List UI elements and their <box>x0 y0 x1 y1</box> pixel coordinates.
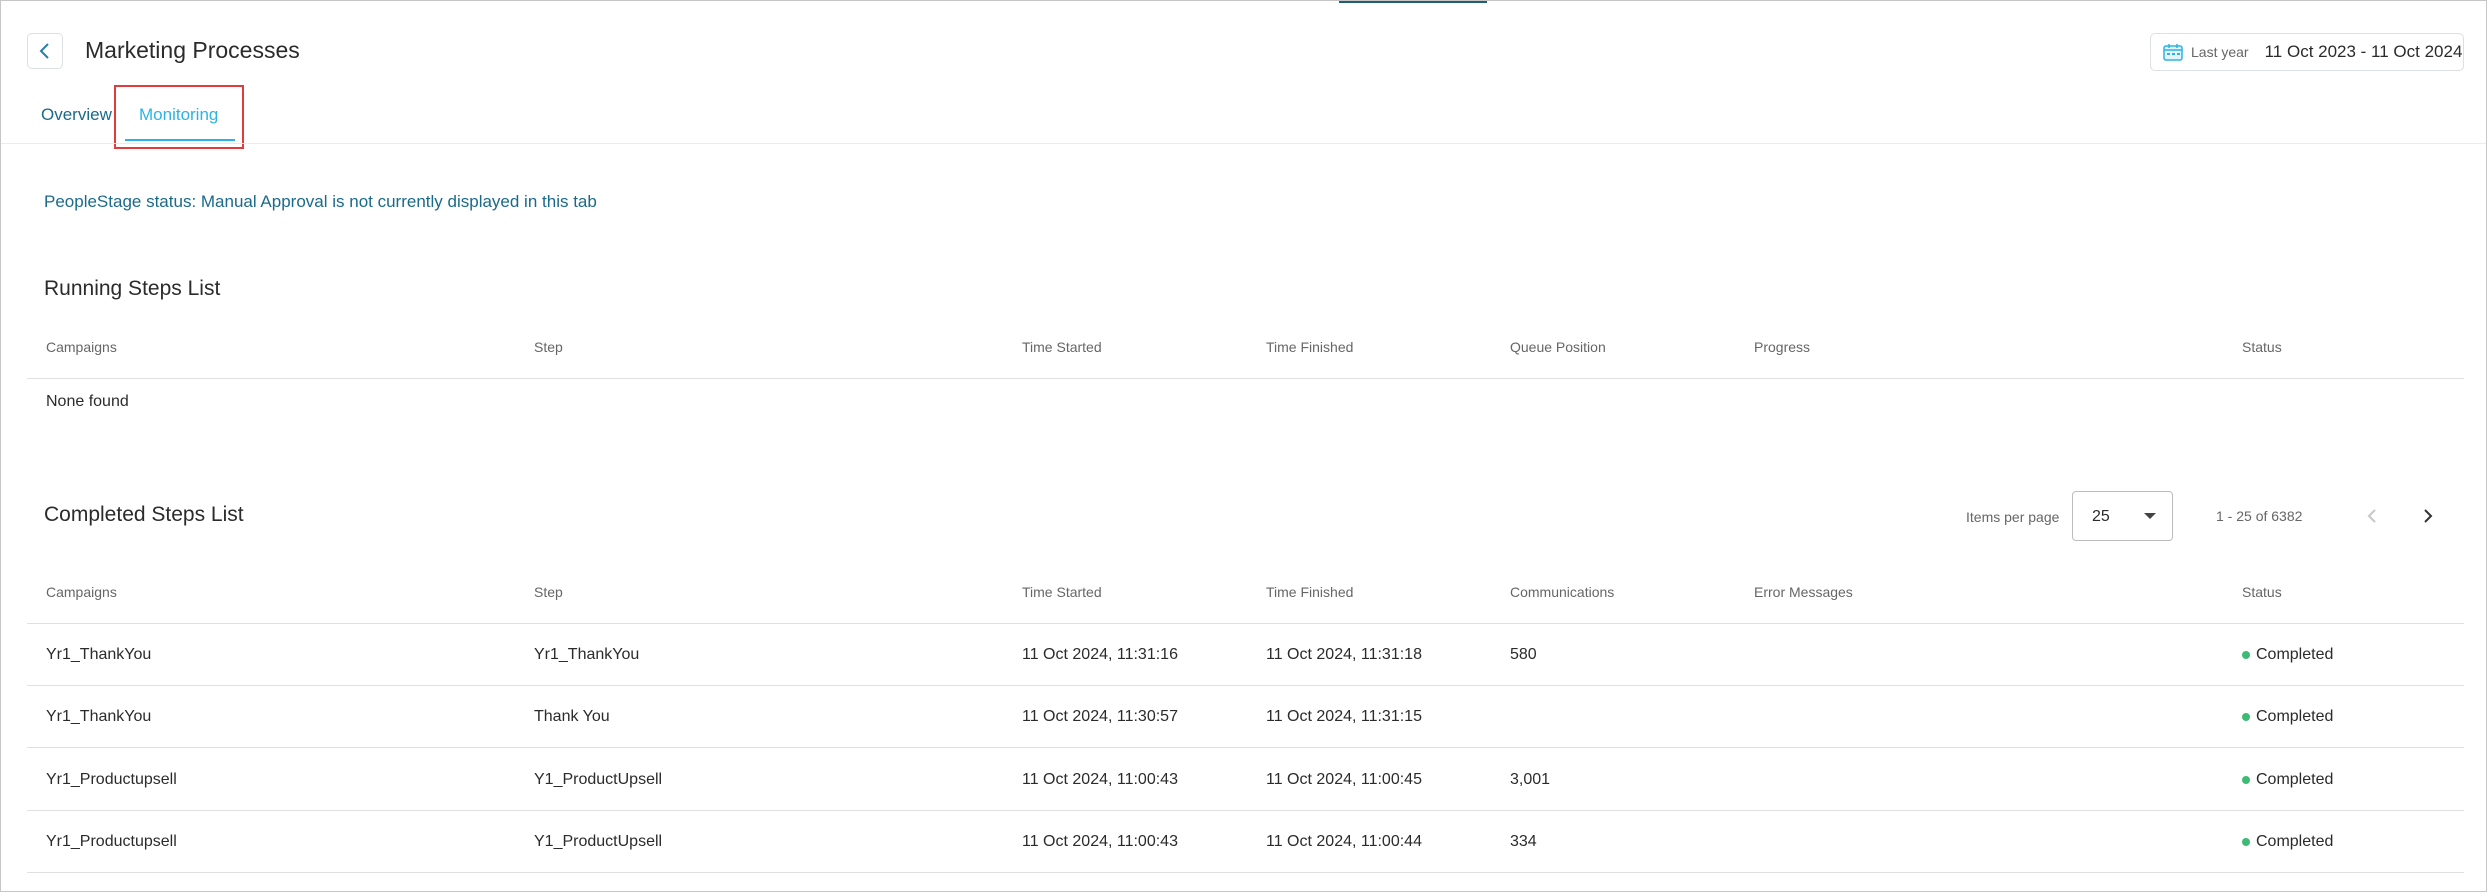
completed-col-campaigns[interactable]: Campaigns <box>46 584 117 600</box>
row-3-time-started: 11 Oct 2024, 11:00:43 <box>1022 771 1178 788</box>
highlight-box <box>114 85 244 149</box>
back-button[interactable] <box>27 33 63 69</box>
date-range-value: 11 Oct 2023 - 11 Oct 2024 <box>2264 42 2463 61</box>
items-per-page-select[interactable]: 25 <box>2072 491 2173 541</box>
running-col-status[interactable]: Status <box>2242 339 2282 355</box>
items-per-page-value: 25 <box>2092 508 2110 525</box>
row-2-status-label: Completed <box>2256 708 2334 725</box>
row-4-communications: 334 <box>1510 833 1537 850</box>
previous-page-button[interactable] <box>2357 501 2387 531</box>
completed-steps-title: Completed Steps List <box>44 503 244 526</box>
row-divider <box>27 747 2464 748</box>
row-4-step: Y1_ProductUpsell <box>534 833 663 850</box>
row-2-status: Completed <box>2242 708 2333 726</box>
status-dot-icon <box>2242 776 2250 784</box>
top-accent-bar <box>1339 1 1487 3</box>
completed-col-status[interactable]: Status <box>2242 584 2282 600</box>
row-1-step: Yr1_ThankYou <box>534 646 640 663</box>
running-header-divider <box>27 378 2464 379</box>
chevron-left-icon <box>39 43 49 59</box>
calendar-icon <box>2163 44 2183 61</box>
row-4-status: Completed <box>2242 833 2333 851</box>
row-4-time-started: 11 Oct 2024, 11:00:43 <box>1022 833 1178 850</box>
page-title: Marketing Processes <box>85 37 300 63</box>
completed-col-time-started[interactable]: Time Started <box>1022 584 1102 600</box>
row-3-status-label: Completed <box>2256 771 2334 788</box>
completed-col-error-messages[interactable]: Error Messages <box>1754 584 1853 600</box>
completed-col-time-finished[interactable]: Time Finished <box>1266 584 1353 600</box>
row-2-time-started: 11 Oct 2024, 11:30:57 <box>1022 708 1178 725</box>
date-range-picker[interactable]: Last year 11 Oct 2023 - 11 Oct 2024 <box>2150 33 2464 71</box>
row-1-status-label: Completed <box>2256 646 2334 663</box>
running-col-time-started[interactable]: Time Started <box>1022 339 1102 355</box>
status-note: PeopleStage status: Manual Approval is n… <box>44 192 597 211</box>
row-1-time-finished: 11 Oct 2024, 11:31:18 <box>1266 646 1422 663</box>
chevron-right-icon <box>2424 509 2433 523</box>
row-4-time-finished: 11 Oct 2024, 11:00:44 <box>1266 833 1422 850</box>
running-col-step[interactable]: Step <box>534 339 563 355</box>
completed-col-step[interactable]: Step <box>534 584 563 600</box>
pagination-range: 1 - 25 of 6382 <box>2216 508 2303 524</box>
date-preset-label: Last year <box>2191 44 2249 60</box>
completed-header-divider <box>27 623 2464 624</box>
running-steps-title: Running Steps List <box>44 277 221 300</box>
row-1-campaign: Yr1_ThankYou <box>46 646 152 663</box>
caret-down-icon <box>2144 513 2156 519</box>
row-3-step: Y1_ProductUpsell <box>534 771 663 788</box>
chevron-left-icon <box>2367 509 2376 523</box>
row-4-status-label: Completed <box>2256 833 2334 850</box>
row-3-time-finished: 11 Oct 2024, 11:00:45 <box>1266 771 1422 788</box>
tabs-divider <box>1 143 2486 144</box>
running-col-time-finished[interactable]: Time Finished <box>1266 339 1353 355</box>
row-divider <box>27 872 2464 873</box>
row-divider <box>27 810 2464 811</box>
status-dot-icon <box>2242 651 2250 659</box>
row-divider <box>27 685 2464 686</box>
completed-col-communications[interactable]: Communications <box>1510 584 1614 600</box>
status-dot-icon <box>2242 713 2250 721</box>
row-2-time-finished: 11 Oct 2024, 11:31:15 <box>1266 708 1422 725</box>
running-col-queue-position[interactable]: Queue Position <box>1510 339 1606 355</box>
row-1-status: Completed <box>2242 646 2333 664</box>
row-1-communications: 580 <box>1510 646 1537 663</box>
row-4-campaign: Yr1_Productupsell <box>46 833 177 850</box>
row-2-campaign: Yr1_ThankYou <box>46 708 152 725</box>
status-dot-icon <box>2242 838 2250 846</box>
tab-overview[interactable]: Overview <box>41 105 112 125</box>
row-3-campaign: Yr1_Productupsell <box>46 771 177 788</box>
next-page-button[interactable] <box>2413 501 2443 531</box>
running-col-progress[interactable]: Progress <box>1754 339 1810 355</box>
row-1-time-started: 11 Oct 2024, 11:31:16 <box>1022 646 1178 663</box>
items-per-page-label: Items per page <box>1966 509 2060 525</box>
row-2-step: Thank You <box>534 708 610 725</box>
running-empty-text: None found <box>46 393 129 410</box>
row-3-communications: 3,001 <box>1510 771 1551 788</box>
row-3-status: Completed <box>2242 771 2333 789</box>
app-frame: Marketing Processes Last year 11 Oct 202… <box>0 0 2487 892</box>
running-col-campaigns[interactable]: Campaigns <box>46 339 117 355</box>
